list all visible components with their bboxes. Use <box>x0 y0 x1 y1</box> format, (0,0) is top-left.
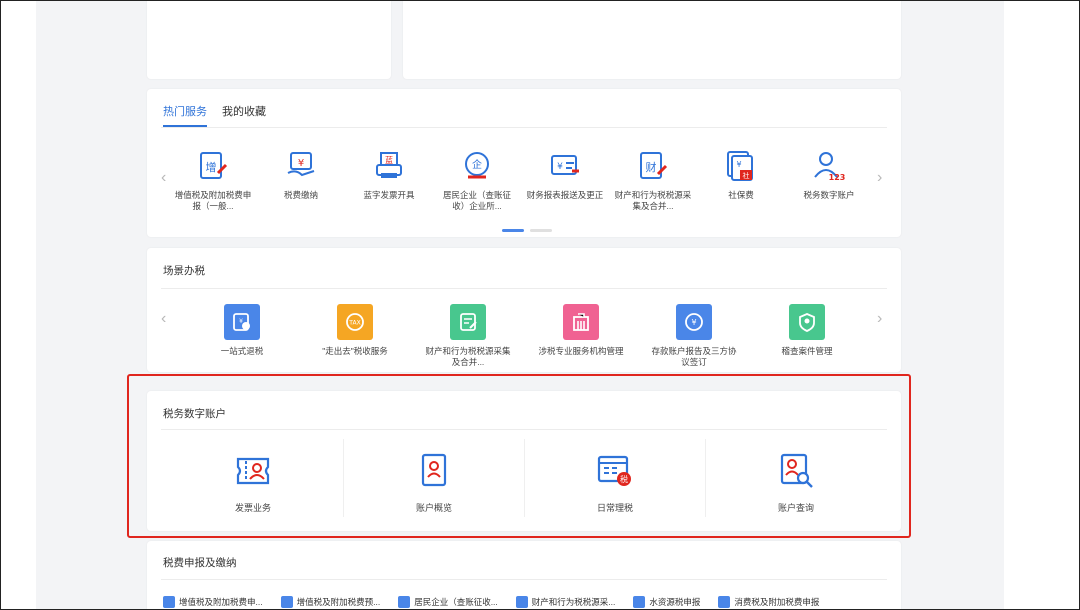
declare-item-6[interactable]: 消费税及附加税费申报 <box>718 596 819 608</box>
declare-list: 增值税及附加税费申... 增值税及附加税费预... 居民企业（查账征收... 财… <box>163 596 819 608</box>
document-icon <box>398 596 411 608</box>
screenshot-frame: 热门服务 我的收藏 ‹ › 增 增值税及附加税费申报（一般... ¥ 税费缴纳 … <box>0 0 1080 610</box>
declare-item-1[interactable]: 增值税及附加税费申... <box>163 596 263 608</box>
svg-text:企: 企 <box>472 158 482 171</box>
scene-divider <box>161 288 887 289</box>
case-shield-icon <box>789 304 825 340</box>
declare-item-2[interactable]: 增值税及附加税费预... <box>280 596 380 608</box>
scene-item-refund[interactable]: ¥ 一站式退税 <box>197 304 287 357</box>
hot-service-property-tax[interactable]: 财 财产和行为税税源采集及合并... <box>613 149 693 212</box>
scene-item-property[interactable]: 财产和行为税税源采集及合并... <box>423 304 513 368</box>
hot-service-social-insurance[interactable]: ¥ 社 社保费 <box>701 149 781 201</box>
document-icon <box>515 596 528 608</box>
document-icon <box>280 596 293 608</box>
social-insurance-icon: ¥社 <box>727 151 753 181</box>
svg-text:社: 社 <box>743 171 750 180</box>
hot-service-enterprise[interactable]: 企 居民企业（查账征收）企业所... <box>437 149 517 212</box>
scene-tax-title: 场景办税 <box>163 265 205 277</box>
tab-my-favorites[interactable]: 我的收藏 <box>222 103 266 127</box>
svg-text:¥: ¥ <box>557 162 563 172</box>
invoice-print-icon: 蓝 <box>376 152 402 178</box>
carousel-dot-1[interactable] <box>502 229 524 232</box>
scene-item-bank-account[interactable]: ¥ 存款账户报告及三方协议签订 <box>649 304 739 368</box>
declare-title: 税费申报及缴纳 <box>163 557 237 569</box>
enterprise-tax-icon: 企 <box>465 152 489 179</box>
digital-account-icon: 123 <box>814 152 846 182</box>
tax-globe-icon: TAX <box>337 304 373 340</box>
svg-text:增: 增 <box>206 160 217 174</box>
svg-text:123: 123 <box>829 173 846 182</box>
chevron-left-icon[interactable]: ‹ <box>161 310 166 328</box>
document-icon <box>718 596 731 608</box>
svg-text:蓝: 蓝 <box>385 155 393 165</box>
tabs-divider <box>161 127 887 128</box>
highlight-box <box>127 374 911 538</box>
svg-text:¥: ¥ <box>239 318 243 325</box>
scene-item-go-global[interactable]: TAX "走出去"税收服务 <box>310 304 400 357</box>
svg-text:¥: ¥ <box>691 318 696 327</box>
chevron-right-icon[interactable]: › <box>877 310 882 328</box>
service-tabs: 热门服务 我的收藏 <box>163 103 266 127</box>
declare-card: 税费申报及缴纳 增值税及附加税费申... 增值税及附加税费预... 居民企业（查… <box>147 541 901 609</box>
hot-service-vat[interactable]: 增 增值税及附加税费申报（一般... <box>173 149 253 212</box>
property-form-icon <box>450 304 486 340</box>
scene-item-agency[interactable]: 涉税专业服务机构管理 <box>536 304 626 357</box>
scene-tax-card: 场景办税 ‹ › ¥ 一站式退税 TAX "走出去"税收服务 财产和行为税税源采… <box>147 248 901 372</box>
financial-report-icon: ¥ <box>551 155 579 175</box>
bank-account-icon: ¥ <box>676 304 712 340</box>
top-left-card <box>147 1 391 79</box>
tab-hot-services[interactable]: 热门服务 <box>163 103 207 127</box>
declare-item-5[interactable]: 水资源税申报 <box>633 596 700 608</box>
document-icon <box>163 596 175 608</box>
building-icon <box>563 304 599 340</box>
declare-item-4[interactable]: 财产和行为税税源采... <box>515 596 615 608</box>
svg-text:财: 财 <box>646 160 657 174</box>
hot-service-financial-report[interactable]: ¥ 财务报表报送及更正 <box>525 149 605 201</box>
carousel-dot-2[interactable] <box>530 229 552 232</box>
declare-divider <box>161 579 887 580</box>
refund-icon: ¥ <box>224 304 260 340</box>
carousel-pagination <box>502 229 552 232</box>
tax-payment-icon: ¥ <box>287 152 315 177</box>
svg-text:TAX: TAX <box>348 320 360 327</box>
hot-service-invoice[interactable]: 蓝 蓝字发票开具 <box>349 149 429 201</box>
chevron-right-icon[interactable]: › <box>877 169 882 187</box>
hot-service-payment[interactable]: ¥ 税费缴纳 <box>261 149 341 201</box>
chevron-left-icon[interactable]: ‹ <box>161 169 166 187</box>
top-right-card <box>403 1 901 79</box>
hot-services-card: 热门服务 我的收藏 ‹ › 增 增值税及附加税费申报（一般... ¥ 税费缴纳 … <box>147 89 901 237</box>
document-icon <box>633 596 646 608</box>
property-tax-icon: 财 <box>640 152 668 179</box>
svg-text:¥: ¥ <box>298 158 304 169</box>
svg-text:¥: ¥ <box>736 160 741 169</box>
scene-item-inspection[interactable]: 稽查案件管理 <box>762 304 852 357</box>
vat-declare-icon: 增 <box>200 152 228 179</box>
hot-service-digital-account[interactable]: 123 税务数字账户 <box>789 149 869 201</box>
declare-item-3[interactable]: 居民企业（查账征收... <box>398 596 498 608</box>
